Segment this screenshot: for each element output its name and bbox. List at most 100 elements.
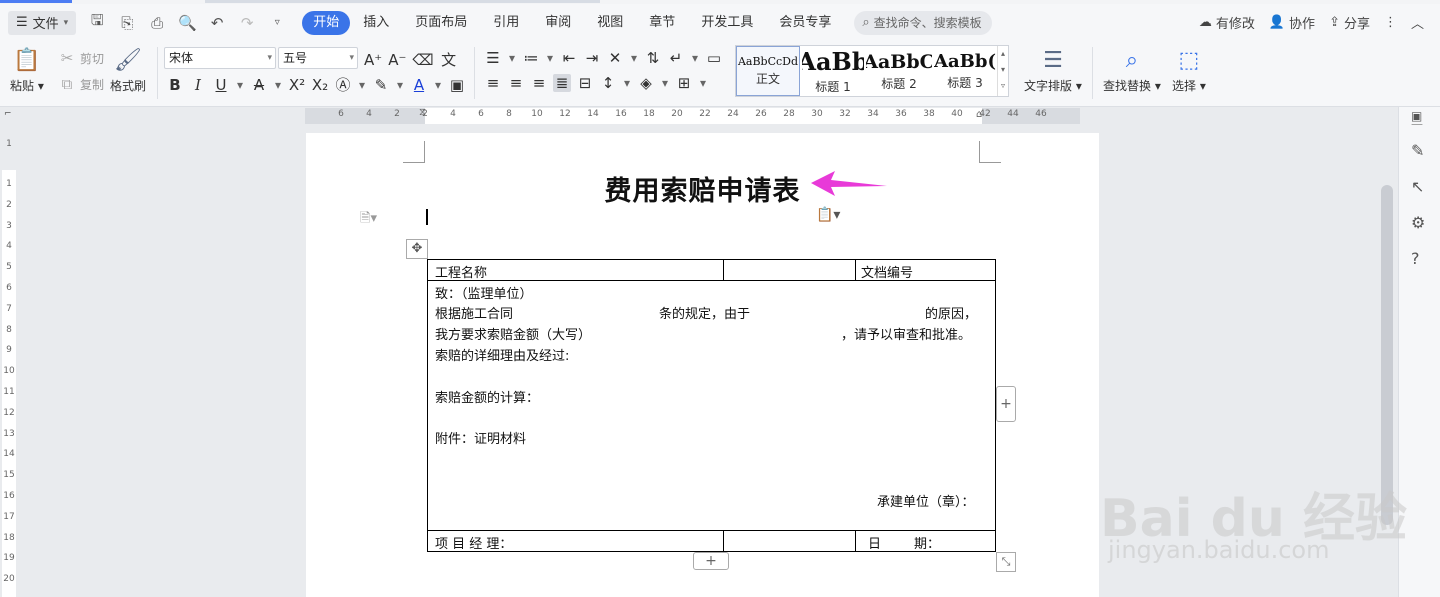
- superscript-icon[interactable]: X²: [288, 76, 306, 94]
- command-search-input[interactable]: ⌕ 查找命令、搜索模板: [854, 10, 993, 35]
- table-tools-icon[interactable]: ▭: [705, 49, 723, 67]
- chevron-down-icon[interactable]: ▾: [629, 51, 639, 65]
- text-layout-button[interactable]: ☰ 文字排版 ▾: [1024, 45, 1082, 94]
- paste-button[interactable]: 📋 粘贴 ▾: [10, 45, 44, 94]
- export-icon[interactable]: ⎘: [118, 14, 136, 32]
- increase-indent-icon[interactable]: ⇥: [583, 49, 601, 67]
- document-page[interactable]: 费用索赔申请表 🗎▾ 📋▾ ✥ 工程名称 文档编号 致：（监理单位） 根据施工合…: [306, 133, 1099, 597]
- detail-reason-label[interactable]: 索赔的详细理由及经过:: [435, 345, 569, 364]
- text-effect-icon[interactable]: Ⓐ: [334, 74, 352, 95]
- add-column-button[interactable]: +: [996, 386, 1016, 422]
- chevron-down-icon[interactable]: ▾: [273, 78, 283, 92]
- settings-sliders-icon[interactable]: ⚙: [1411, 213, 1425, 232]
- modified-status-button[interactable]: ☁ 有修改: [1199, 13, 1255, 32]
- share-button[interactable]: ⇪ 分享: [1329, 13, 1370, 32]
- style-normal[interactable]: AaBbCcDd 正文: [736, 46, 800, 96]
- add-row-button[interactable]: +: [693, 552, 729, 570]
- style-gallery-scroll[interactable]: ▴ ▾ ▿: [997, 46, 1008, 96]
- copy-button[interactable]: ⧉ 复制: [58, 75, 104, 93]
- align-left-icon[interactable]: ≡: [484, 74, 502, 92]
- tab-view[interactable]: 视图: [584, 11, 636, 35]
- collaborate-button[interactable]: 👤 协作: [1269, 13, 1315, 32]
- table-move-handle-icon[interactable]: ✥: [406, 239, 428, 259]
- edit-pen-icon[interactable]: ✎: [1411, 141, 1424, 160]
- more-icon[interactable]: ⋮: [1384, 15, 1397, 30]
- shading-icon[interactable]: ◈: [637, 74, 655, 92]
- undo-icon[interactable]: ↶: [208, 14, 226, 32]
- print-preview-icon[interactable]: 🔍: [178, 14, 197, 32]
- paste-options-icon[interactable]: 📋▾: [816, 207, 840, 223]
- tab-section[interactable]: 章节: [636, 11, 688, 35]
- tab-references[interactable]: 引用: [480, 11, 532, 35]
- decrease-indent-icon[interactable]: ⇤: [560, 49, 578, 67]
- chevron-down-icon[interactable]: ▾: [690, 51, 700, 65]
- italic-icon[interactable]: I: [189, 76, 207, 94]
- chevron-down-icon[interactable]: ▾: [622, 76, 632, 90]
- justify-icon[interactable]: ≣: [553, 74, 571, 92]
- print-icon[interactable]: ⎙: [148, 14, 166, 32]
- save-icon[interactable]: 🖫: [88, 10, 106, 35]
- clear-format-icon[interactable]: ⌫: [412, 51, 433, 69]
- find-replace-button[interactable]: ⌕ 查找替换 ▾: [1103, 45, 1161, 94]
- document-title[interactable]: 费用索赔申请表: [306, 169, 1099, 208]
- tab-page-layout[interactable]: 页面布局: [402, 11, 480, 35]
- select-button[interactable]: ⬚ 选择 ▾: [1172, 45, 1206, 94]
- redo-icon[interactable]: ↷: [238, 14, 256, 32]
- align-center-icon[interactable]: ≡: [507, 74, 525, 92]
- cursor-select-icon[interactable]: ↖: [1411, 177, 1424, 196]
- cut-button[interactable]: ✂ 剪切: [58, 49, 104, 67]
- paragraph-layout-icon[interactable]: 🗎▾: [360, 209, 377, 231]
- file-menu-button[interactable]: ☰ 文件 ▾: [8, 10, 77, 35]
- collapse-ribbon-icon[interactable]: ︿: [1411, 13, 1424, 32]
- chevron-down-icon[interactable]: ▾: [433, 78, 443, 92]
- tab-home[interactable]: 开始: [302, 10, 351, 35]
- chevron-down-icon[interactable]: ▾: [545, 51, 555, 65]
- project-name-label[interactable]: 工程名称: [435, 262, 487, 281]
- numbered-list-icon[interactable]: ≔: [522, 49, 540, 67]
- chevron-down-icon[interactable]: ▾: [698, 76, 708, 90]
- tab-developer[interactable]: 开发工具: [688, 11, 766, 35]
- contractor-seal-label[interactable]: 承建单位（章）：: [877, 491, 975, 510]
- chevron-down-icon[interactable]: ▾: [507, 51, 517, 65]
- tab-member[interactable]: 会员专享: [766, 11, 844, 35]
- style-heading-1[interactable]: AaBb 标题 1: [802, 46, 864, 96]
- chinese-layout-icon[interactable]: ✕: [606, 49, 624, 67]
- align-right-icon[interactable]: ≡: [530, 74, 548, 92]
- bullet-list-icon[interactable]: ☰: [484, 49, 502, 67]
- tab-review[interactable]: 审阅: [532, 11, 584, 35]
- chevron-down-icon[interactable]: ▾: [660, 76, 670, 90]
- clause-reason-text[interactable]: 条的规定，由于: [659, 303, 750, 322]
- font-color-icon[interactable]: A: [410, 76, 428, 94]
- format-painter-button[interactable]: 🖌 格式刷: [110, 45, 146, 94]
- phonetic-icon[interactable]: 文: [440, 49, 458, 70]
- tab-stop-icon[interactable]: ⌐: [4, 109, 12, 119]
- project-manager-label[interactable]: 项 目 经 理：: [435, 533, 512, 552]
- approval-request-text[interactable]: ，请予以审查和批准。: [841, 324, 971, 343]
- line-spacing-icon[interactable]: ↕: [599, 74, 617, 92]
- borders-icon[interactable]: ⊞: [675, 74, 693, 92]
- font-name-select[interactable]: 宋体 ▾: [164, 47, 276, 69]
- style-heading-3[interactable]: AaBb( 标题 3: [934, 46, 996, 96]
- claim-amount-text[interactable]: 我方要求索赔金额（大写）: [435, 324, 591, 343]
- horizontal-ruler[interactable]: ⌐ ⧖ ⌂ 6 4 2 2 4 6 8 10 12 14 16 18 20 22 24 26 28 30 32 34 3…: [0, 107, 1440, 125]
- chevron-down-icon[interactable]: ▾: [395, 78, 405, 92]
- show-marks-icon[interactable]: ↵: [667, 49, 685, 67]
- customize-icon[interactable]: ▿: [268, 17, 286, 28]
- vertical-ruler[interactable]: 1 1 2 3 4 5 6 7 8 9 10 11 12 13 14 15 16 17 18 19 20: [0, 125, 18, 597]
- sort-icon[interactable]: ⇅: [644, 49, 662, 67]
- help-icon[interactable]: ?: [1411, 249, 1420, 268]
- amount-calc-label[interactable]: 索赔金额的计算：: [435, 387, 539, 406]
- style-heading-2[interactable]: AaBbC 标题 2: [866, 46, 932, 96]
- font-size-select[interactable]: 五号 ▾: [278, 47, 358, 69]
- increase-font-icon[interactable]: A⁺: [364, 51, 382, 69]
- bold-icon[interactable]: B: [166, 76, 184, 94]
- strikethrough-icon[interactable]: A: [250, 76, 268, 94]
- underline-icon[interactable]: U: [212, 76, 230, 94]
- subscript-icon[interactable]: X₂: [311, 76, 329, 94]
- tab-insert[interactable]: 插入: [350, 11, 402, 35]
- chevron-down-icon[interactable]: ▾: [235, 78, 245, 92]
- doc-number-label[interactable]: 文档编号: [861, 262, 913, 281]
- chevron-down-icon[interactable]: ▾: [357, 78, 367, 92]
- highlight-icon[interactable]: ✎: [372, 76, 390, 94]
- date-label[interactable]: 日 期：: [868, 533, 940, 552]
